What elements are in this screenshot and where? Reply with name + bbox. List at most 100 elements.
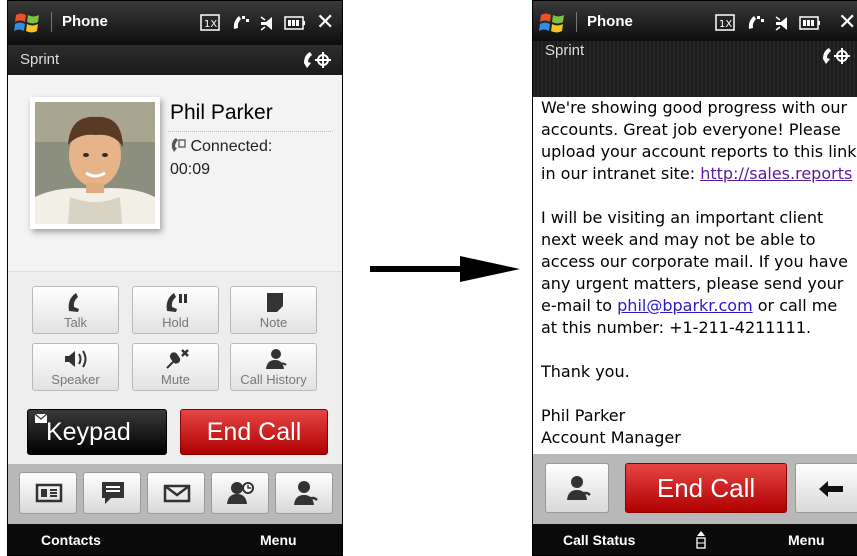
email-thanks: Thank you. xyxy=(541,362,630,381)
email-icon xyxy=(163,484,191,503)
contacts-softkey[interactable]: Contacts xyxy=(41,532,101,548)
caller-card: Phil Parker Connected: 00:09 xyxy=(8,75,342,271)
note-button[interactable]: Note xyxy=(230,286,317,334)
end-call-button[interactable]: End Call xyxy=(625,463,787,513)
signature-title: Account Manager xyxy=(541,428,681,447)
contact-card-button[interactable] xyxy=(19,472,77,514)
menu-softkey[interactable]: Menu xyxy=(260,532,297,548)
hold-button[interactable]: Hold xyxy=(132,286,219,334)
message-button[interactable] xyxy=(83,472,141,514)
email-button[interactable] xyxy=(147,472,205,514)
bluetooth-call-icon xyxy=(823,48,850,64)
email-line: at this number: +1-211-4211111. xyxy=(541,318,812,337)
email-line: next week and may not be able to xyxy=(541,230,816,249)
volume-icon xyxy=(775,16,787,31)
quick-action-bar xyxy=(8,464,342,524)
title-bar: Phone 1X ✕ xyxy=(8,1,342,45)
email-body: We're showing good progress with our acc… xyxy=(541,97,857,454)
network-1x-icon: 1X xyxy=(715,14,735,31)
talk-button[interactable]: Talk xyxy=(32,286,119,334)
call-history-icon xyxy=(266,349,287,369)
call-history-label: Call History xyxy=(240,372,307,387)
email-line: in our intranet site: http://sales.repor… xyxy=(541,163,857,185)
svg-text:1X: 1X xyxy=(719,19,732,30)
contacts-button[interactable] xyxy=(545,463,609,513)
softkey-bar: Call Status Menu xyxy=(533,524,857,555)
contact-card-icon xyxy=(35,483,63,503)
speaker-button[interactable]: Speaker xyxy=(32,343,119,391)
call-signal-icon xyxy=(748,16,764,29)
caller-name: Phil Parker xyxy=(170,101,273,124)
close-icon[interactable]: ✕ xyxy=(838,9,856,35)
hold-label: Hold xyxy=(162,315,189,330)
phone-screen-in-call: Phone 1X ✕ Sprint Phil Parker Connected:… xyxy=(7,0,343,556)
email-line: We're showing good progress with our xyxy=(541,98,848,117)
talk-label: Talk xyxy=(63,315,88,330)
speaker-label: Speaker xyxy=(51,372,100,387)
email-line: accounts. Great job everyone! Please xyxy=(541,120,841,139)
signature-name: Phil Parker xyxy=(541,406,626,425)
back-button[interactable] xyxy=(795,463,857,513)
hold-icon xyxy=(166,293,187,312)
connected-phone-icon xyxy=(171,138,186,152)
battery-icon xyxy=(284,16,305,30)
end-call-label: End Call xyxy=(206,418,302,446)
mute-button[interactable]: Mute xyxy=(132,343,219,391)
email-paragraph-3: Thank you. xyxy=(541,361,857,383)
softkey-bar: Contacts Menu xyxy=(8,524,342,555)
carrier-bar: Sprint xyxy=(533,41,857,97)
note-icon xyxy=(267,293,283,312)
note-label: Note xyxy=(259,315,288,330)
email-line-text: e-mail to xyxy=(541,296,618,315)
phone-screen-email: Phone 1X ✕ Sprint We're showing good pro… xyxy=(532,0,857,556)
battery-icon xyxy=(799,16,820,30)
calendar-contact-button[interactable] xyxy=(211,472,269,514)
input-selector-icon[interactable] xyxy=(696,531,706,549)
network-1x-icon: 1X xyxy=(200,14,220,31)
volume-icon xyxy=(260,16,272,31)
email-line: I will be visiting an important client xyxy=(541,208,824,227)
email-paragraph-2: I will be visiting an important client n… xyxy=(541,207,857,339)
email-paragraph-1: We're showing good progress with our acc… xyxy=(541,97,857,185)
windows-start-icon[interactable] xyxy=(14,10,42,36)
email-line: access our corporate mail. If you have xyxy=(541,252,848,271)
mute-icon xyxy=(166,349,189,369)
email-line: upload your account reports to this link xyxy=(541,142,857,161)
carrier-name: Sprint xyxy=(545,42,585,59)
end-call-label: End Call xyxy=(656,473,756,503)
svg-text:1X: 1X xyxy=(204,19,217,30)
email-line-text: or call me xyxy=(752,296,838,315)
windows-start-icon[interactable] xyxy=(539,10,567,36)
divider xyxy=(168,131,333,132)
contacts-button[interactable] xyxy=(275,472,333,514)
keypad-button[interactable]: Keypad xyxy=(27,409,167,455)
email-line: any urgent matters, please send your xyxy=(541,274,844,293)
email-line: e-mail to phil@bparkr.com or call me xyxy=(541,295,857,317)
close-icon[interactable]: ✕ xyxy=(316,9,334,35)
carrier-name: Sprint xyxy=(20,51,60,68)
contacts-icon xyxy=(567,476,591,500)
title-bar: Phone 1X ✕ xyxy=(533,1,857,41)
call-status: Connected: xyxy=(170,137,272,156)
app-title: Phone xyxy=(51,12,108,32)
keypad-label: Keypad xyxy=(46,418,131,446)
contacts-icon xyxy=(294,481,318,505)
sales-reports-link[interactable]: http://sales.reports xyxy=(700,164,852,183)
email-address-link[interactable]: phil@bparkr.com xyxy=(617,296,753,315)
call-controls: Talk Hold Note Speaker Mute Call History… xyxy=(8,271,342,465)
call-status-softkey[interactable]: Call Status xyxy=(563,532,635,548)
call-signal-icon xyxy=(233,16,249,29)
email-line-text: in our intranet site: xyxy=(541,164,701,183)
mute-label: Mute xyxy=(161,372,190,387)
call-history-button[interactable]: Call History xyxy=(230,343,317,391)
call-status-text: Connected: xyxy=(190,138,273,155)
carrier-bar: Sprint xyxy=(8,45,342,75)
phone-icon xyxy=(68,293,79,312)
message-icon xyxy=(102,482,124,504)
app-title: Phone xyxy=(576,12,633,32)
email-signature: Phil Parker Account Manager xyxy=(541,405,857,449)
call-action-bar: End Call xyxy=(533,454,857,524)
back-arrow-icon xyxy=(819,481,843,497)
end-call-button[interactable]: End Call xyxy=(180,409,328,455)
menu-softkey[interactable]: Menu xyxy=(788,532,825,548)
